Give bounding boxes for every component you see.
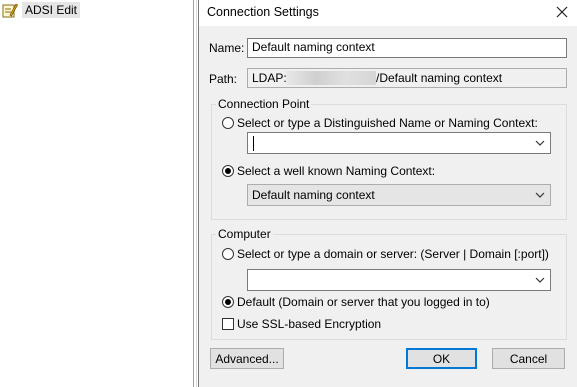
tree-item-adsi-edit[interactable]: ADSI Edit (2, 0, 81, 19)
dialog-client: Name: Default naming context Path: LDAP:… (199, 26, 577, 387)
dialog-title: Connection Settings (207, 5, 319, 19)
chevron-down-icon (535, 140, 545, 146)
name-field[interactable]: Default naming context (247, 38, 567, 58)
tree-item-label: ADSI Edit (22, 1, 81, 18)
path-label: Path: (209, 72, 238, 86)
server-combo[interactable] (247, 269, 551, 291)
close-icon (556, 6, 568, 18)
default-server-radio[interactable] (222, 296, 234, 308)
cancel-button[interactable]: Cancel (492, 348, 565, 369)
connection-settings-dialog: Connection Settings Name: Default naming… (198, 0, 577, 387)
computer-title: Computer (216, 227, 273, 241)
connection-point-title: Connection Point (216, 97, 312, 111)
server-radio-label[interactable]: Select or type a domain or server: (Serv… (237, 247, 549, 261)
default-server-radio-label[interactable]: Default (Domain or server that you logge… (237, 295, 490, 309)
close-button[interactable] (552, 2, 572, 22)
wellknown-combo-value: Default naming context (252, 188, 375, 202)
pane-divider-edge (196, 0, 197, 387)
path-suffix: /Default naming context (376, 71, 503, 85)
advanced-button[interactable]: Advanced... (210, 348, 284, 369)
adsi-edit-icon (2, 2, 18, 18)
radio-dot (225, 168, 231, 174)
dn-radio-label[interactable]: Select or type a Distinguished Name or N… (237, 116, 538, 130)
wellknown-radio[interactable] (222, 165, 234, 177)
chevron-down-icon (535, 277, 545, 283)
ok-button[interactable]: OK (406, 348, 477, 369)
text-caret (253, 136, 254, 151)
ssl-checkbox[interactable] (222, 318, 234, 330)
wellknown-combo[interactable]: Default naming context (247, 184, 551, 206)
dn-combo[interactable] (247, 132, 551, 154)
path-prefix: LDAP:/ (252, 71, 291, 85)
ssl-checkbox-label[interactable]: Use SSL-based Encryption (237, 317, 381, 331)
chevron-down-icon (535, 192, 545, 198)
wellknown-radio-label[interactable]: Select a well known Naming Context: (237, 164, 435, 178)
path-field: LDAP:/ /Default naming context (247, 68, 567, 88)
path-redacted-server (286, 71, 376, 85)
pane-divider[interactable] (193, 0, 194, 387)
radio-dot (225, 299, 231, 305)
name-label: Name: (209, 41, 245, 55)
dn-radio[interactable] (222, 117, 234, 129)
server-radio[interactable] (222, 248, 234, 260)
